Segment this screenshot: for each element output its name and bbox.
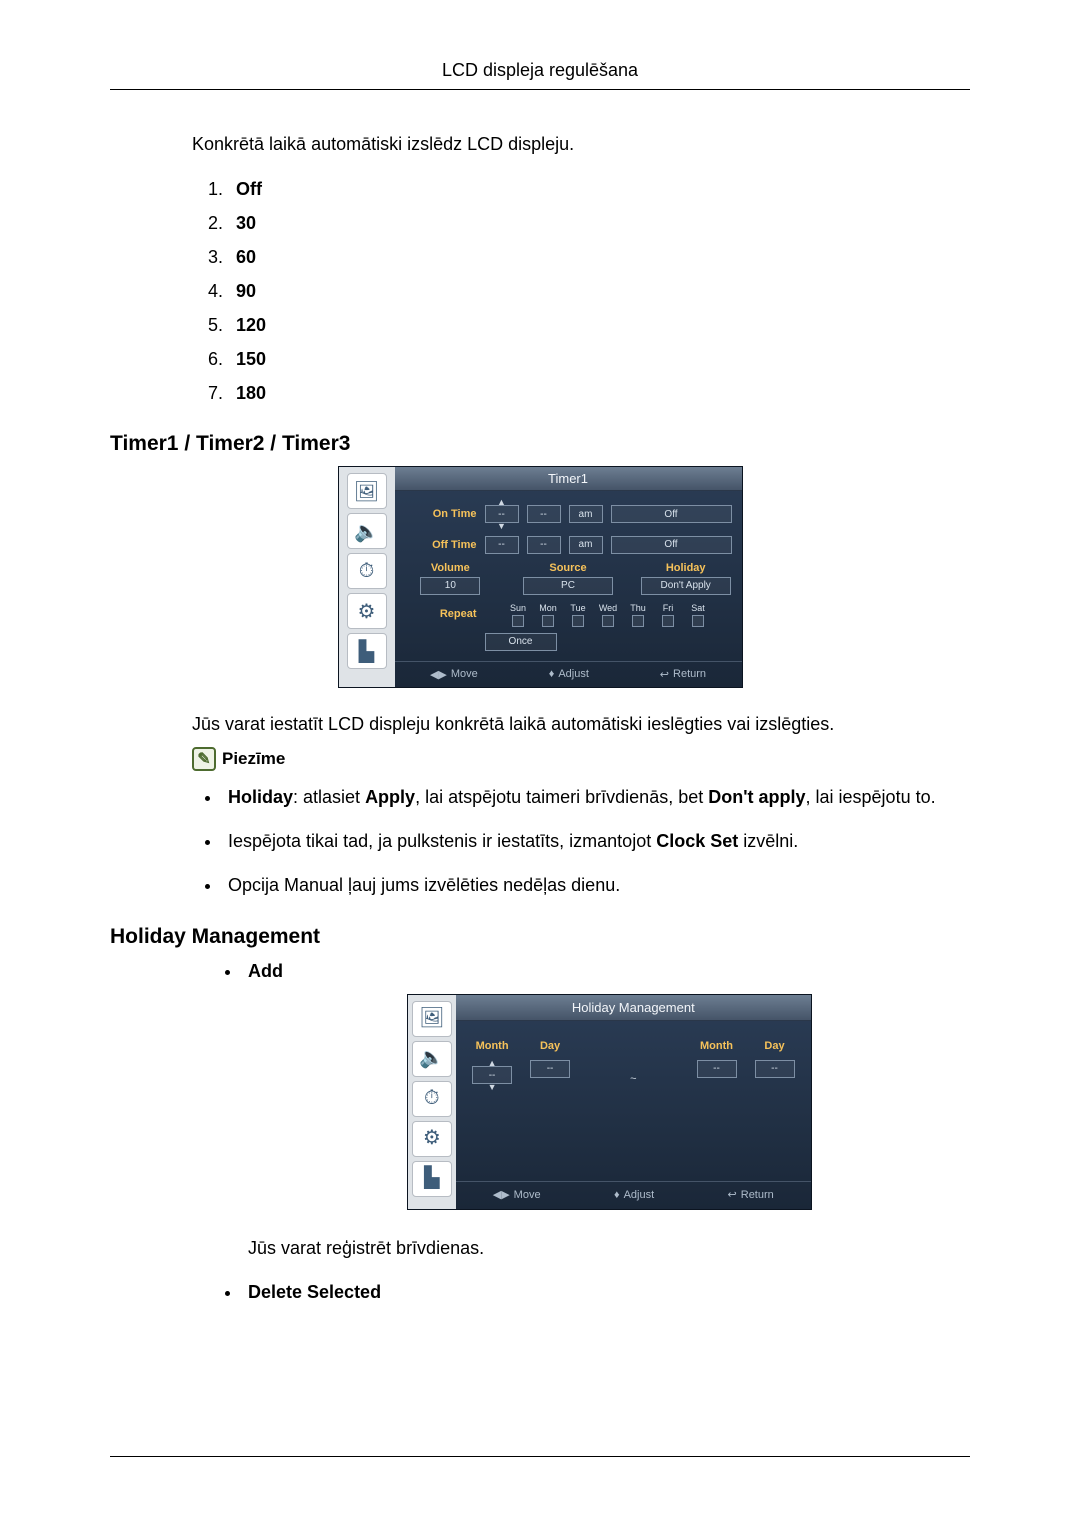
end-month-field[interactable]: -- <box>697 1060 737 1078</box>
holiday-osd: 🖼 🔈 ⏱ ⚙ ▙ Holiday Management Mon <box>407 994 812 1210</box>
list-item: 150 <box>228 349 970 370</box>
osd-sidebar: 🖼 🔈 ⏱ ⚙ ▙ <box>339 467 395 687</box>
time-icon[interactable]: ⏱ <box>347 553 387 589</box>
day-fri[interactable]: Fri <box>655 603 681 627</box>
footer-move: ◀▶ Move <box>430 668 478 681</box>
repeat-value[interactable]: Once <box>485 633 557 651</box>
option-60: 60 <box>236 247 256 267</box>
note-bullet-manual: Opcija Manual ļauj jums izvēlēties nedēļ… <box>222 873 970 897</box>
timer-osd: 🖼 🔈 ⏱ ⚙ ▙ Timer1 On Time ▲ --▼ -- am Off <box>338 466 743 688</box>
setup-icon[interactable]: ⚙ <box>412 1121 452 1157</box>
add-label: Add <box>248 961 283 981</box>
note-icon: ✎ <box>192 747 216 771</box>
picture-icon[interactable]: 🖼 <box>412 1001 452 1037</box>
auto-off-list: Off 30 60 90 120 150 180 <box>228 179 970 404</box>
volume-label: Volume <box>431 562 470 574</box>
end-day-field[interactable]: -- <box>755 1060 795 1078</box>
off-time-ampm[interactable]: am <box>569 536 603 554</box>
option-150: 150 <box>236 349 266 369</box>
day-sat[interactable]: Sat <box>685 603 711 627</box>
holiday-add-item: Add 🖼 🔈 ⏱ ⚙ ▙ Holiday Management <box>242 959 970 1259</box>
day-tue[interactable]: Tue <box>565 603 591 627</box>
time-icon[interactable]: ⏱ <box>412 1081 452 1117</box>
holiday-paragraph: Jūs varat reģistrēt brīvdienas. <box>248 1236 970 1260</box>
end-day-label: Day <box>764 1039 784 1054</box>
day-sun[interactable]: Sun <box>505 603 531 627</box>
timer-paragraph: Jūs varat iestatīt LCD displeju konkrētā… <box>192 714 970 735</box>
start-day-label: Day <box>540 1039 560 1054</box>
option-90: 90 <box>236 281 256 301</box>
footer-return: ↩ Return <box>660 668 706 681</box>
off-time-status[interactable]: Off <box>611 536 732 554</box>
list-item: 60 <box>228 247 970 268</box>
volume-value[interactable]: 10 <box>420 577 480 595</box>
holiday-value[interactable]: Don't Apply <box>641 577 731 595</box>
note-bullet-clock: Iespējota tikai tad, ja pulkstenis ir ie… <box>222 829 970 853</box>
off-time-label: Off Time <box>405 539 477 551</box>
option-30: 30 <box>236 213 256 233</box>
option-180: 180 <box>236 383 266 403</box>
footer-return: ↩ Return <box>728 1188 774 1203</box>
on-time-label: On Time <box>405 508 477 520</box>
start-month-label: Month <box>476 1039 509 1054</box>
delete-selected-label: Delete Selected <box>248 1282 381 1302</box>
holiday-list: Add 🖼 🔈 ⏱ ⚙ ▙ Holiday Management <box>242 959 970 1304</box>
on-time-min[interactable]: -- <box>527 505 561 523</box>
note-label: Piezīme <box>222 749 285 769</box>
range-separator: ~ <box>630 1039 636 1090</box>
option-off: Off <box>236 179 262 199</box>
note-bullets: Holiday: atlasiet Apply, lai atspējotu t… <box>222 785 970 898</box>
day-wed[interactable]: Wed <box>595 603 621 627</box>
start-day-field[interactable]: -- <box>530 1060 570 1078</box>
on-time-status[interactable]: Off <box>611 505 732 523</box>
note-bullet-holiday: Holiday: atlasiet Apply, lai atspējotu t… <box>222 785 970 809</box>
list-item: 30 <box>228 213 970 234</box>
timer-section-title: Timer1 / Timer2 / Timer3 <box>110 432 970 456</box>
holiday-section-title: Holiday Management <box>110 925 970 949</box>
osd-title: Holiday Management <box>456 995 810 1022</box>
off-time-min[interactable]: -- <box>527 536 561 554</box>
osd-title: Timer1 <box>395 467 742 491</box>
osd-sidebar: 🖼 🔈 ⏱ ⚙ ▙ <box>408 995 457 1209</box>
footer-adjust: ♦ Adjust <box>614 1188 654 1203</box>
holiday-label: Holiday <box>666 562 706 574</box>
multi-icon[interactable]: ▙ <box>412 1161 452 1197</box>
list-item: 90 <box>228 281 970 302</box>
list-item: Off <box>228 179 970 200</box>
footer-move: ◀▶ Move <box>493 1188 541 1203</box>
end-month-label: Month <box>700 1039 733 1054</box>
picture-icon[interactable]: 🖼 <box>347 473 387 509</box>
day-thu[interactable]: Thu <box>625 603 651 627</box>
on-time-ampm[interactable]: am <box>569 505 603 523</box>
holiday-delete-item: Delete Selected <box>242 1280 970 1304</box>
page-header: LCD displeja regulēšana <box>110 60 970 90</box>
multi-icon[interactable]: ▙ <box>347 633 387 669</box>
list-item: 120 <box>228 315 970 336</box>
footer-adjust: ♦ Adjust <box>549 668 589 681</box>
repeat-label: Repeat <box>405 608 477 620</box>
option-120: 120 <box>236 315 266 335</box>
footer-rule <box>110 1456 970 1457</box>
off-time-hour[interactable]: -- <box>485 536 519 554</box>
intro-paragraph: Konkrētā laikā automātiski izslēdz LCD d… <box>192 134 970 155</box>
setup-icon[interactable]: ⚙ <box>347 593 387 629</box>
sound-icon[interactable]: 🔈 <box>412 1041 452 1077</box>
day-mon[interactable]: Mon <box>535 603 561 627</box>
sound-icon[interactable]: 🔈 <box>347 513 387 549</box>
source-value[interactable]: PC <box>523 577 613 595</box>
source-label: Source <box>549 562 586 574</box>
list-item: 180 <box>228 383 970 404</box>
